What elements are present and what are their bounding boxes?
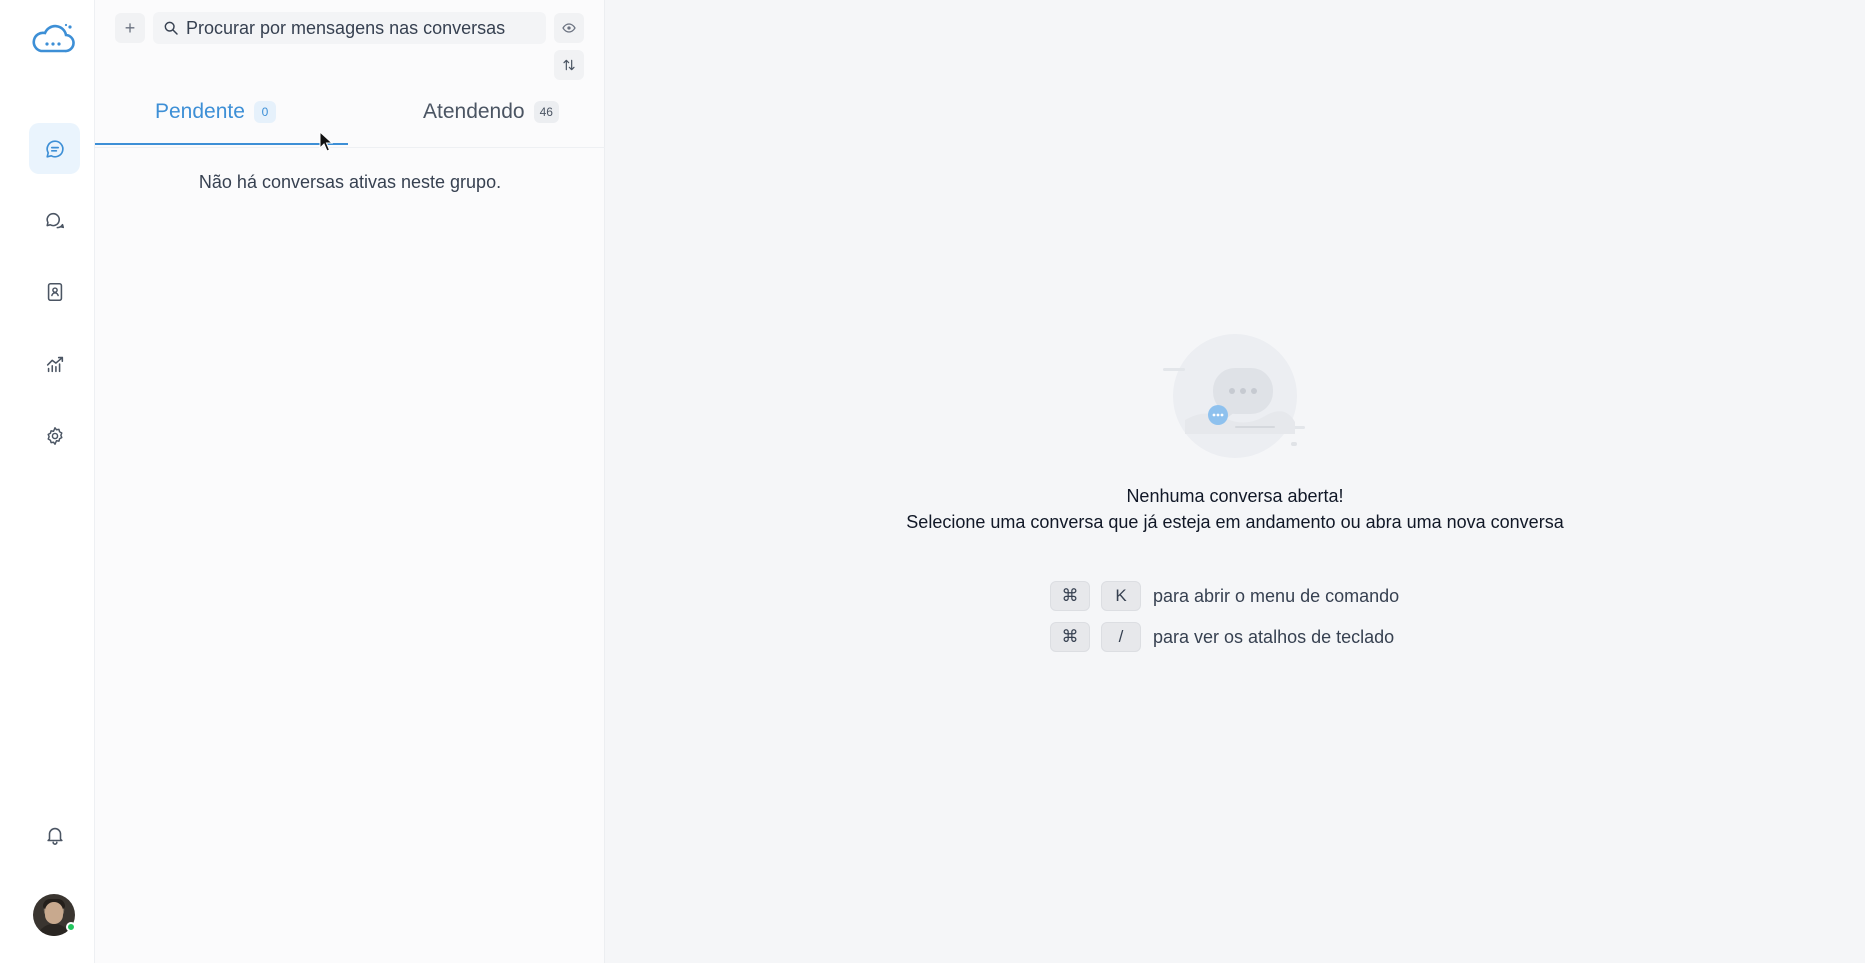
tab-pendente[interactable]: Pendente 0 [155, 100, 276, 124]
mouse-cursor-icon [319, 131, 333, 152]
chat-bubbles-icon [45, 212, 64, 228]
empty-chat-illustration [1163, 334, 1305, 458]
contact-book-icon [47, 282, 62, 301]
analytics-chart-icon [46, 356, 63, 372]
nav-contacts-button[interactable] [29, 266, 80, 317]
command-key: ⌘ [1050, 622, 1090, 652]
shortcut-key: / [1101, 622, 1141, 652]
nav-conversations-button[interactable] [29, 123, 80, 174]
status-tabs: Pendente 0 Atendendo 46 [95, 90, 605, 148]
conversation-view: Nenhuma conversa aberta! Selecione uma c… [605, 0, 1865, 963]
shortcut-description: para ver os atalhos de teclado [1153, 626, 1395, 647]
conversation-list-panel: + Pendente 0 Atendendo 46 Não há convers… [95, 0, 605, 963]
nav-reports-button[interactable] [29, 338, 80, 389]
tab-label: Atendendo [423, 100, 525, 123]
command-key: ⌘ [1050, 581, 1090, 611]
empty-list-message: Não há conversas ativas neste grupo. [198, 172, 502, 192]
search-icon [164, 21, 178, 35]
window-edge [1865, 0, 1870, 963]
tab-count-badge: 0 [253, 101, 276, 123]
sort-button[interactable] [554, 50, 584, 80]
shortcut-keyboard-help: ⌘ / para ver os atalhos de teclado [1050, 622, 1394, 652]
nav-rail [0, 0, 95, 963]
online-status-badge [66, 922, 76, 932]
search-bar [153, 12, 546, 44]
new-conversation-button[interactable]: + [115, 13, 145, 43]
tab-atendendo[interactable]: Atendendo 46 [423, 100, 559, 124]
shortcut-command-menu: ⌘ K para abrir o menu de comando [1050, 581, 1399, 611]
search-input[interactable] [186, 17, 536, 39]
plus-icon: + [124, 17, 136, 38]
view-toggle-button[interactable] [554, 13, 584, 43]
tab-count-badge: 46 [533, 101, 559, 123]
sort-arrows-icon [563, 59, 575, 71]
active-tab-indicator [95, 143, 348, 145]
bell-icon [46, 827, 63, 845]
nav-settings-button[interactable] [29, 410, 80, 461]
eye-icon [562, 23, 576, 33]
nav-chats-button[interactable] [29, 195, 80, 246]
gear-icon [46, 426, 63, 445]
empty-state-subtitle: Selecione uma conversa que já esteja em … [906, 512, 1564, 532]
cloud-logo-icon[interactable] [30, 22, 76, 56]
empty-state-title: Nenhuma conversa aberta! [1126, 486, 1344, 506]
shortcut-description: para abrir o menu de comando [1153, 585, 1400, 606]
tab-label: Pendente [155, 100, 245, 123]
shortcut-key: K [1101, 581, 1141, 611]
notifications-button[interactable] [29, 809, 80, 860]
chat-bubble-icon [45, 139, 64, 158]
